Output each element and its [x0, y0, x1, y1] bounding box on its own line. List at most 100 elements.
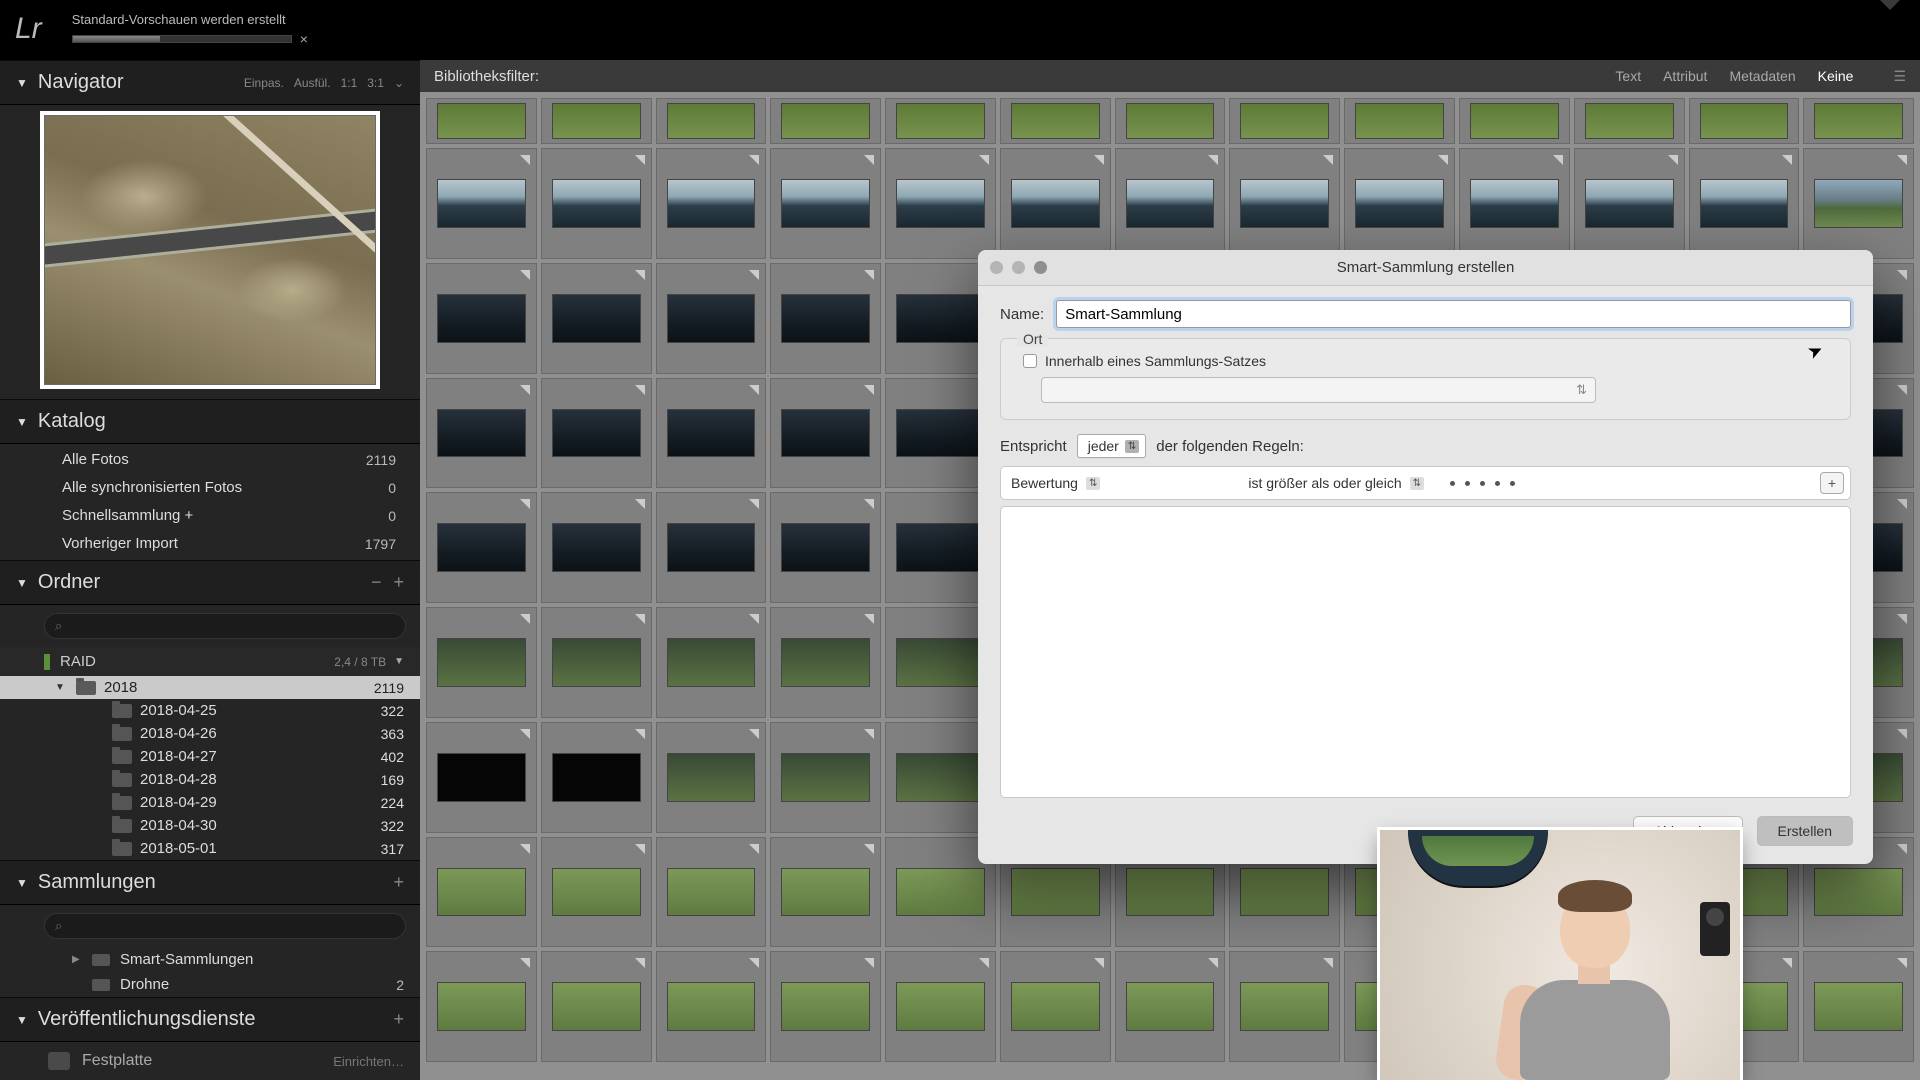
- filter-option[interactable]: Text: [1615, 68, 1641, 84]
- thumbnail-cell[interactable]: [1459, 98, 1570, 144]
- match-mode-select[interactable]: jeder ⇅: [1077, 434, 1147, 458]
- thumbnail-cell[interactable]: [541, 951, 652, 1062]
- thumbnail-cell[interactable]: [770, 98, 881, 144]
- section-navigator[interactable]: ▼ Navigator Einpas. Ausfül. 1:1 3:1 ⌄: [0, 60, 420, 105]
- create-button[interactable]: Erstellen: [1757, 816, 1853, 846]
- thumbnail-cell[interactable]: [1115, 951, 1226, 1062]
- dialog-titlebar[interactable]: Smart-Sammlung erstellen: [978, 250, 1873, 286]
- rating-value[interactable]: [1450, 481, 1515, 486]
- thumbnail-cell[interactable]: [770, 492, 881, 603]
- thumbnail-cell[interactable]: [1459, 148, 1570, 259]
- filter-option[interactable]: Metadaten: [1729, 68, 1795, 84]
- setup-link[interactable]: Einrichten…: [333, 1054, 404, 1069]
- thumbnail-cell[interactable]: [885, 98, 996, 144]
- thumbnail-cell[interactable]: [541, 607, 652, 718]
- catalog-item[interactable]: Vorheriger Import1797: [0, 530, 420, 558]
- thumbnail-cell[interactable]: [1344, 98, 1455, 144]
- thumbnail-cell[interactable]: [656, 607, 767, 718]
- thumbnail-cell[interactable]: [1115, 98, 1226, 144]
- add-rule-button[interactable]: +: [1820, 472, 1844, 494]
- thumbnail-cell[interactable]: [1574, 148, 1685, 259]
- filter-option[interactable]: Attribut: [1663, 68, 1707, 84]
- subfolder-item[interactable]: ▶2018-04-25322: [0, 699, 420, 722]
- catalog-item[interactable]: Alle synchronisierten Fotos0: [0, 474, 420, 502]
- thumbnail-cell[interactable]: [770, 148, 881, 259]
- thumbnail-cell[interactable]: [541, 263, 652, 374]
- collections-plus-icon[interactable]: +: [393, 872, 404, 893]
- window-close-icon[interactable]: [990, 261, 1003, 274]
- subfolder-item[interactable]: ▶2018-04-26363: [0, 722, 420, 745]
- thumbnail-cell[interactable]: [770, 722, 881, 833]
- filter-option[interactable]: Keine: [1818, 68, 1854, 84]
- thumbnail-cell[interactable]: [770, 378, 881, 489]
- thumbnail-cell[interactable]: [1000, 98, 1111, 144]
- rule-operator-select[interactable]: ist größer als oder gleich ⇅: [1248, 475, 1424, 491]
- section-catalog[interactable]: ▼ Katalog: [0, 399, 420, 444]
- section-publish[interactable]: ▼ Veröffentlichungsdienste +: [0, 997, 420, 1042]
- navigator-preview[interactable]: [44, 115, 376, 385]
- folders-plus-icon[interactable]: +: [393, 572, 404, 593]
- collection-item[interactable]: Drohne2: [0, 972, 420, 997]
- thumbnail-cell[interactable]: [426, 951, 537, 1062]
- thumbnail-cell[interactable]: [1574, 98, 1685, 144]
- thumbnail-cell[interactable]: [656, 492, 767, 603]
- thumbnail-cell[interactable]: [1803, 98, 1914, 144]
- section-folders[interactable]: ▼ Ordner − +: [0, 560, 420, 605]
- thumbnail-cell[interactable]: [1689, 98, 1800, 144]
- thumbnail-cell[interactable]: [656, 98, 767, 144]
- thumbnail-cell[interactable]: [541, 722, 652, 833]
- thumbnail-cell[interactable]: [885, 148, 996, 259]
- thumbnail-cell[interactable]: [1229, 98, 1340, 144]
- thumbnail-cell[interactable]: [770, 837, 881, 948]
- thumbnail-cell[interactable]: [885, 951, 996, 1062]
- thumbnail-cell[interactable]: [1344, 148, 1455, 259]
- top-panel-collapse-icon[interactable]: [1880, 0, 1900, 10]
- thumbnail-cell[interactable]: [656, 148, 767, 259]
- thumbnail-cell[interactable]: [770, 263, 881, 374]
- collection-item[interactable]: ▶Smart-Sammlungen: [0, 947, 420, 972]
- thumbnail-cell[interactable]: [656, 951, 767, 1062]
- thumbnail-cell[interactable]: [426, 98, 537, 144]
- collection-set-select[interactable]: ⇅: [1041, 377, 1596, 403]
- thumbnail-cell[interactable]: [426, 837, 537, 948]
- folders-search-input[interactable]: ⌕: [44, 613, 406, 639]
- subfolder-item[interactable]: ▶2018-04-29224: [0, 791, 420, 814]
- rule-field-select[interactable]: Bewertung ⇅: [1011, 475, 1100, 491]
- window-minimize-icon[interactable]: [1012, 261, 1025, 274]
- catalog-item[interactable]: Alle Fotos2119: [0, 446, 420, 474]
- section-collections[interactable]: ▼ Sammlungen +: [0, 860, 420, 905]
- navigator-zoom-modes[interactable]: Einpas. Ausfül. 1:1 3:1 ⌄: [244, 76, 404, 90]
- chevron-down-icon[interactable]: ▼: [394, 656, 404, 667]
- thumbnail-cell[interactable]: [656, 378, 767, 489]
- thumbnail-cell[interactable]: [770, 607, 881, 718]
- thumbnail-cell[interactable]: [1229, 951, 1340, 1062]
- thumbnail-cell[interactable]: [656, 722, 767, 833]
- filter-preset-icon[interactable]: ☰: [1893, 68, 1906, 85]
- subfolder-item[interactable]: ▶2018-05-01317: [0, 837, 420, 860]
- thumbnail-cell[interactable]: [656, 837, 767, 948]
- thumbnail-cell[interactable]: [1689, 148, 1800, 259]
- thumbnail-cell[interactable]: [426, 378, 537, 489]
- thumbnail-cell[interactable]: [426, 722, 537, 833]
- publish-plus-icon[interactable]: +: [393, 1009, 404, 1030]
- folder-year[interactable]: ▼ 2018 2119: [0, 676, 420, 699]
- window-zoom-icon[interactable]: [1034, 261, 1047, 274]
- thumbnail-cell[interactable]: [426, 263, 537, 374]
- thumbnail-cell[interactable]: [426, 148, 537, 259]
- chevron-down-icon[interactable]: ▼: [52, 682, 68, 693]
- thumbnail-cell[interactable]: [656, 263, 767, 374]
- thumbnail-cell[interactable]: [426, 492, 537, 603]
- progress-cancel-icon[interactable]: ×: [300, 31, 308, 47]
- thumbnail-cell[interactable]: [541, 837, 652, 948]
- thumbnail-cell[interactable]: [1115, 148, 1226, 259]
- thumbnail-cell[interactable]: [541, 148, 652, 259]
- thumbnail-cell[interactable]: [1000, 951, 1111, 1062]
- publish-service[interactable]: FestplatteEinrichten…: [0, 1042, 420, 1080]
- name-input[interactable]: [1056, 300, 1851, 328]
- thumbnail-cell[interactable]: [770, 951, 881, 1062]
- subfolder-item[interactable]: ▶2018-04-27402: [0, 745, 420, 768]
- thumbnail-cell[interactable]: [541, 378, 652, 489]
- folders-minus-icon[interactable]: −: [371, 572, 382, 593]
- subfolder-item[interactable]: ▶2018-04-30322: [0, 814, 420, 837]
- thumbnail-cell[interactable]: [1803, 148, 1914, 259]
